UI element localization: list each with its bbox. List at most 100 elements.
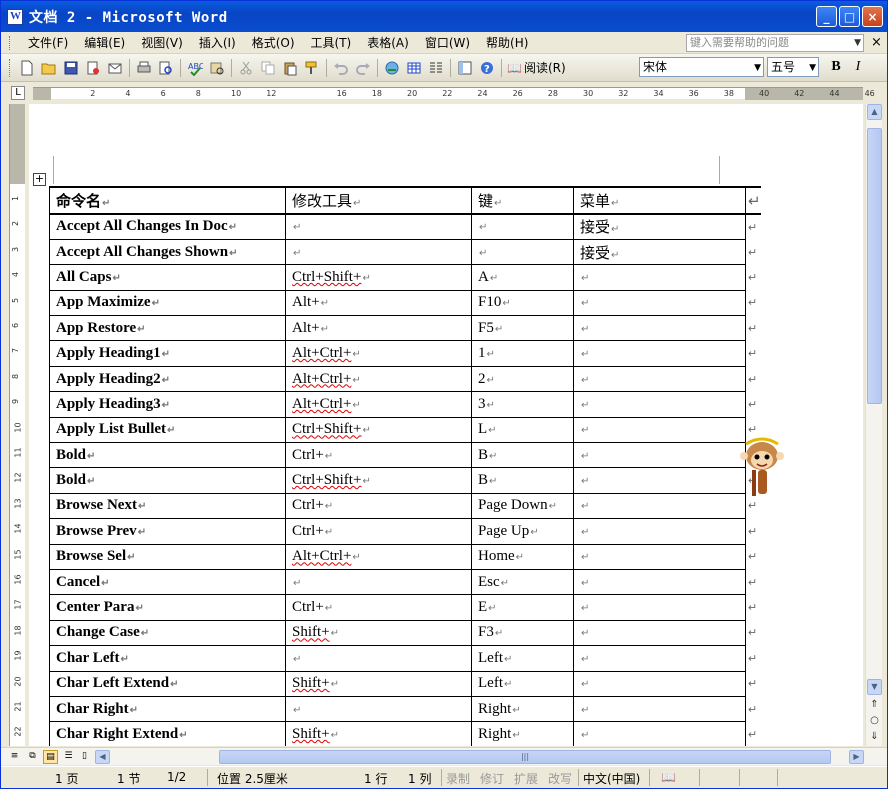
cell-modifier[interactable]: ↵ xyxy=(285,695,472,723)
cell-key[interactable]: 1↵ xyxy=(471,340,574,367)
cell-menu[interactable]: ↵ xyxy=(573,518,746,545)
cell-key[interactable]: Right↵ xyxy=(471,695,574,723)
open-folder-icon[interactable] xyxy=(39,58,59,78)
spelling-status-icon[interactable]: 📖 xyxy=(661,770,676,784)
cell-menu[interactable]: 接受↵ xyxy=(573,238,746,266)
maximize-button[interactable]: □ xyxy=(839,6,860,27)
cell-command-name[interactable]: Char Left Extend↵ xyxy=(49,670,286,697)
cell-command-name[interactable]: All Caps↵ xyxy=(49,264,286,291)
font-size-select[interactable]: 五号 ▼ xyxy=(767,57,819,77)
menu-table[interactable]: 表格(A) xyxy=(359,34,417,51)
cell-command-name[interactable]: Change Case↵ xyxy=(49,619,286,647)
table-icon[interactable] xyxy=(404,58,424,78)
cell-key[interactable]: Right↵ xyxy=(471,721,574,746)
cell-command-name[interactable]: Accept All Changes In Doc↵ xyxy=(49,213,286,240)
cell-command-name[interactable]: Apply Heading3↵ xyxy=(49,391,286,418)
cell-modifier[interactable]: Alt+Ctrl+↵ xyxy=(285,340,472,367)
status-section[interactable]: 1 节 xyxy=(117,770,140,787)
cell-modifier[interactable]: Shift+↵ xyxy=(285,721,472,746)
cell-menu[interactable]: ↵ xyxy=(573,619,746,647)
cell-key[interactable]: Page Down↵ xyxy=(471,492,574,520)
office-assistant-monkey-icon[interactable] xyxy=(738,426,784,498)
cell-command-name[interactable]: Center Para↵ xyxy=(49,594,286,621)
italic-button[interactable]: I xyxy=(849,59,867,75)
cell-modifier[interactable]: Ctrl+↵ xyxy=(285,492,472,520)
scroll-up-arrow-icon[interactable]: ▲ xyxy=(867,104,882,120)
status-page[interactable]: 1 页 xyxy=(55,770,78,787)
cell-menu[interactable]: ↵ xyxy=(573,315,746,342)
menu-view[interactable]: 视图(V) xyxy=(133,34,191,51)
cell-command-name[interactable]: Accept All Changes Shown↵ xyxy=(49,238,286,266)
cell-key[interactable]: 2↵ xyxy=(471,365,574,393)
bold-button[interactable]: B xyxy=(827,59,845,75)
cell-menu[interactable]: ↵ xyxy=(573,467,746,494)
spelling-icon[interactable]: ABC xyxy=(185,58,205,78)
cell-command-name[interactable]: App Maximize↵ xyxy=(49,289,286,317)
cut-icon[interactable] xyxy=(236,58,256,78)
scroll-down-arrow-icon[interactable]: ▼ xyxy=(867,679,882,695)
cell-command-name[interactable]: Apply Heading1↵ xyxy=(49,340,286,367)
status-position[interactable]: 位置 2.5厘米 xyxy=(217,770,288,787)
cell-key[interactable]: L↵ xyxy=(471,416,574,444)
redo-icon[interactable] xyxy=(353,58,373,78)
minimize-button[interactable]: _ xyxy=(816,6,837,27)
cell-modifier[interactable]: Alt+Ctrl+↵ xyxy=(285,543,472,570)
cell-menu[interactable]: ↵ xyxy=(573,442,746,469)
cell-key[interactable]: B↵ xyxy=(471,442,574,469)
menu-window[interactable]: 窗口(W) xyxy=(417,34,478,51)
help-question-input[interactable]: 键入需要帮助的问题 ▼ xyxy=(686,34,864,52)
cell-command-name[interactable]: Apply List Bullet↵ xyxy=(49,416,286,444)
cell-key[interactable]: Left↵ xyxy=(471,645,574,672)
cell-menu[interactable]: ↵ xyxy=(573,721,746,746)
cell-key[interactable]: Left↵ xyxy=(471,670,574,697)
cell-command-name[interactable]: Char Right↵ xyxy=(49,695,286,723)
status-column[interactable]: 1 列 xyxy=(408,770,431,787)
cell-modifier[interactable]: Alt+↵ xyxy=(285,315,472,342)
toolbar-grip[interactable] xyxy=(9,58,12,77)
select-browse-object-icon[interactable]: ○ xyxy=(868,715,881,726)
header-key[interactable]: 键↵ xyxy=(471,186,574,215)
cell-menu[interactable]: ↵ xyxy=(573,568,746,596)
cell-modifier[interactable]: Ctrl+Shift+↵ xyxy=(285,264,472,291)
cell-key[interactable]: ↵ xyxy=(471,238,574,266)
paste-icon[interactable] xyxy=(280,58,300,78)
menu-file[interactable]: 文件(F) xyxy=(20,34,76,51)
word-app-icon[interactable] xyxy=(7,8,23,25)
document-area[interactable]: + 命令名↵ 修改工具↵ 键↵ 菜单↵ ↵ Accept All Changes… xyxy=(29,104,863,746)
status-page-count[interactable]: 1/2 xyxy=(167,770,186,784)
cell-command-name[interactable]: Bold↵ xyxy=(49,467,286,494)
hyperlink-icon[interactable] xyxy=(382,58,402,78)
cell-key[interactable]: E↵ xyxy=(471,594,574,621)
print-preview-icon[interactable] xyxy=(156,58,176,78)
scroll-right-arrow-icon[interactable]: ▶ xyxy=(849,750,864,764)
format-painter-icon[interactable] xyxy=(302,58,322,78)
chevron-down-icon[interactable]: ▼ xyxy=(854,35,861,51)
vertical-scroll-thumb[interactable] xyxy=(867,128,882,404)
cell-modifier[interactable]: Ctrl+↵ xyxy=(285,442,472,469)
cell-command-name[interactable]: App Restore↵ xyxy=(49,315,286,342)
ruler-strip[interactable]: 2 4 6 8 10 12 16 18 20 22 24 26 28 30 32 34 36 38 40 42 44 46… xyxy=(33,87,875,100)
cell-command-name[interactable]: Char Right Extend↵ xyxy=(49,721,286,746)
next-page-icon[interactable]: ⇓ xyxy=(868,731,881,742)
cell-modifier[interactable]: Ctrl+Shift+↵ xyxy=(285,467,472,494)
cell-key[interactable]: 3↵ xyxy=(471,391,574,418)
save-icon[interactable] xyxy=(61,58,81,78)
cell-modifier[interactable]: Shift+↵ xyxy=(285,619,472,647)
status-overtype[interactable]: 改写 xyxy=(548,770,572,787)
cell-command-name[interactable]: Browse Sel↵ xyxy=(49,543,286,570)
cell-key[interactable]: F5↵ xyxy=(471,315,574,342)
print-layout-view-icon[interactable]: ▤ xyxy=(43,750,58,764)
outline-view-icon[interactable]: ☰ xyxy=(61,750,76,764)
status-extend[interactable]: 扩展 xyxy=(514,770,538,787)
cell-key[interactable]: B↵ xyxy=(471,467,574,494)
horizontal-scroll-thumb[interactable]: ||| xyxy=(219,750,831,764)
horizontal-ruler[interactable]: L 2 4 6 8 10 12 16 18 20 22 24 26 28 30 32 34 36 38 40 42 44… xyxy=(1,83,887,103)
font-name-select[interactable]: 宋体 ▼ xyxy=(639,57,764,77)
status-language[interactable]: 中文(中国) xyxy=(583,770,640,787)
cell-modifier[interactable]: Ctrl+Shift+↵ xyxy=(285,416,472,444)
cell-modifier[interactable]: Alt+↵ xyxy=(285,289,472,317)
scroll-left-arrow-icon[interactable]: ◀ xyxy=(95,750,110,764)
cell-menu[interactable]: ↵ xyxy=(573,340,746,367)
cell-modifier[interactable]: ↵ xyxy=(285,645,472,672)
undo-icon[interactable] xyxy=(331,58,351,78)
